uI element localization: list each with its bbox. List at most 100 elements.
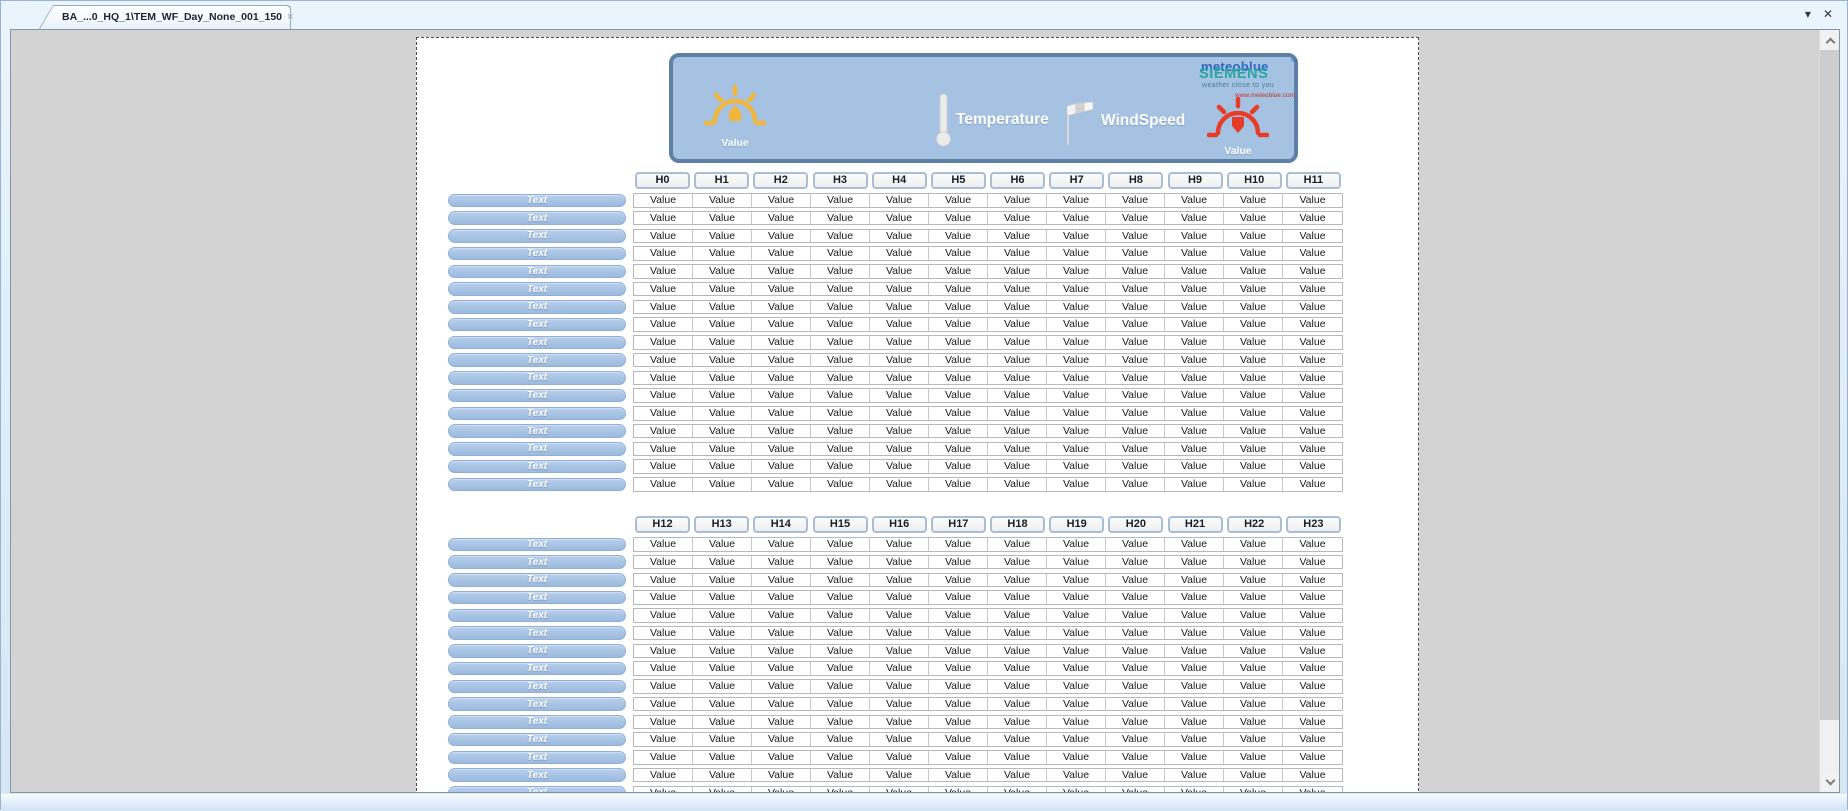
- bottom-status-strip: [1, 794, 1847, 811]
- value-cell: Value: [870, 609, 929, 622]
- value-cell: Value: [929, 336, 988, 349]
- value-cell: Value: [693, 591, 752, 604]
- value-cell: Value: [693, 460, 752, 473]
- table-row: ValueValueValueValueValueValueValueValue…: [633, 626, 1343, 641]
- value-cell: Value: [988, 283, 1047, 296]
- value-cell: Value: [988, 425, 1047, 438]
- row-label-text: Text: [527, 628, 547, 639]
- value-cell: Value: [988, 372, 1047, 385]
- table-row: ValueValueValueValueValueValueValueValue…: [633, 406, 1343, 421]
- value-cell: Value: [1224, 318, 1283, 331]
- row-label-pill: Text: [448, 442, 626, 456]
- row-label-pill: Text: [448, 211, 626, 225]
- value-cell: Value: [693, 538, 752, 551]
- document-tab[interactable]: BA_...0_HQ_1\TEM_WF_Day_None_001_150 ×: [39, 5, 291, 29]
- tab-list-dropdown-icon[interactable]: ▾: [1805, 8, 1811, 20]
- value-cell: Value: [1106, 301, 1165, 314]
- row-label-pill: Text: [448, 247, 626, 261]
- value-cell: Value: [1047, 716, 1106, 729]
- table-row: ValueValueValueValueValueValueValueValue…: [633, 750, 1343, 765]
- value-cell: Value: [1224, 301, 1283, 314]
- value-cell: Value: [752, 460, 811, 473]
- table-row: ValueValueValueValueValueValueValueValue…: [633, 335, 1343, 350]
- value-cell: Value: [1106, 372, 1165, 385]
- value-cell: Value: [929, 194, 988, 207]
- value-cell: Value: [634, 478, 693, 491]
- vertical-scrollbar[interactable]: [1819, 30, 1839, 792]
- value-cell: Value: [1283, 247, 1342, 260]
- row-label-pill: Text: [448, 318, 626, 332]
- value-cell: Value: [1165, 212, 1224, 225]
- value-cell: Value: [988, 443, 1047, 456]
- value-cell: Value: [988, 609, 1047, 622]
- value-cell: Value: [929, 627, 988, 640]
- value-cell: Value: [1047, 769, 1106, 782]
- value-cell: Value: [752, 787, 811, 794]
- value-cell: Value: [1106, 645, 1165, 658]
- scroll-up-button[interactable]: [1820, 30, 1840, 50]
- value-cell: Value: [1047, 556, 1106, 569]
- table-row: ValueValueValueValueValueValueValueValue…: [633, 246, 1343, 261]
- value-cell: Value: [988, 318, 1047, 331]
- value-cell: Value: [1283, 716, 1342, 729]
- value-cell: Value: [1047, 478, 1106, 491]
- column-header: H19: [1049, 516, 1104, 533]
- value-cell: Value: [693, 407, 752, 420]
- value-cell: Value: [634, 698, 693, 711]
- row-label-pill: Text: [448, 371, 626, 385]
- value-cell: Value: [929, 301, 988, 314]
- table-row: ValueValueValueValueValueValueValueValue…: [633, 608, 1343, 623]
- value-cell: Value: [988, 574, 1047, 587]
- value-cell: Value: [870, 591, 929, 604]
- value-cell: Value: [1106, 662, 1165, 675]
- value-cell: Value: [1283, 443, 1342, 456]
- row-label-pill: Text: [448, 715, 626, 729]
- scrollbar-thumb[interactable]: [1820, 50, 1840, 720]
- scroll-down-button[interactable]: [1820, 772, 1840, 792]
- value-cell: Value: [1165, 372, 1224, 385]
- value-cell: Value: [870, 283, 929, 296]
- value-cell: Value: [1224, 407, 1283, 420]
- row-label-text: Text: [527, 770, 547, 781]
- value-cell: Value: [811, 336, 870, 349]
- value-cell: Value: [929, 230, 988, 243]
- meteoblue-logo: meteoblue ™ SIEMENS weather close to you…: [1199, 59, 1297, 105]
- value-cell: Value: [1283, 787, 1342, 794]
- value-cell: Value: [752, 751, 811, 764]
- value-cell: Value: [752, 283, 811, 296]
- value-cell: Value: [1224, 354, 1283, 367]
- value-cell: Value: [929, 318, 988, 331]
- table-row: ValueValueValueValueValueValueValueValue…: [633, 537, 1343, 552]
- value-cell: Value: [1106, 336, 1165, 349]
- value-cell: Value: [693, 627, 752, 640]
- row-label-text: Text: [527, 372, 547, 383]
- value-cell: Value: [634, 389, 693, 402]
- value-cell: Value: [1224, 247, 1283, 260]
- value-cell: Value: [988, 389, 1047, 402]
- tab-close-icon[interactable]: ×: [287, 12, 293, 22]
- row-label-pill: Text: [448, 626, 626, 640]
- table-row: ValueValueValueValueValueValueValueValue…: [633, 786, 1343, 794]
- value-cell: Value: [988, 265, 1047, 278]
- value-cell: Value: [929, 443, 988, 456]
- value-cell: Value: [870, 230, 929, 243]
- value-cell: Value: [1047, 283, 1106, 296]
- row-label-text: Text: [527, 248, 547, 259]
- row-label-pill: Text: [448, 300, 626, 314]
- value-cell: Value: [1106, 680, 1165, 693]
- value-cell: Value: [634, 538, 693, 551]
- report-page: Value Temperature Wi: [416, 37, 1419, 793]
- row-label-text: Text: [527, 610, 547, 621]
- value-cell: Value: [929, 247, 988, 260]
- value-cell: Value: [1106, 460, 1165, 473]
- row-label-pill: Text: [448, 407, 626, 421]
- value-cell: Value: [1283, 194, 1342, 207]
- value-cell: Value: [1165, 591, 1224, 604]
- window-close-icon[interactable]: ✕: [1823, 8, 1833, 20]
- value-cell: Value: [1106, 194, 1165, 207]
- value-cell: Value: [988, 336, 1047, 349]
- value-cell: Value: [1106, 556, 1165, 569]
- column-header: H4: [872, 172, 927, 189]
- value-cell: Value: [1224, 336, 1283, 349]
- row-label-pill: Text: [448, 353, 626, 367]
